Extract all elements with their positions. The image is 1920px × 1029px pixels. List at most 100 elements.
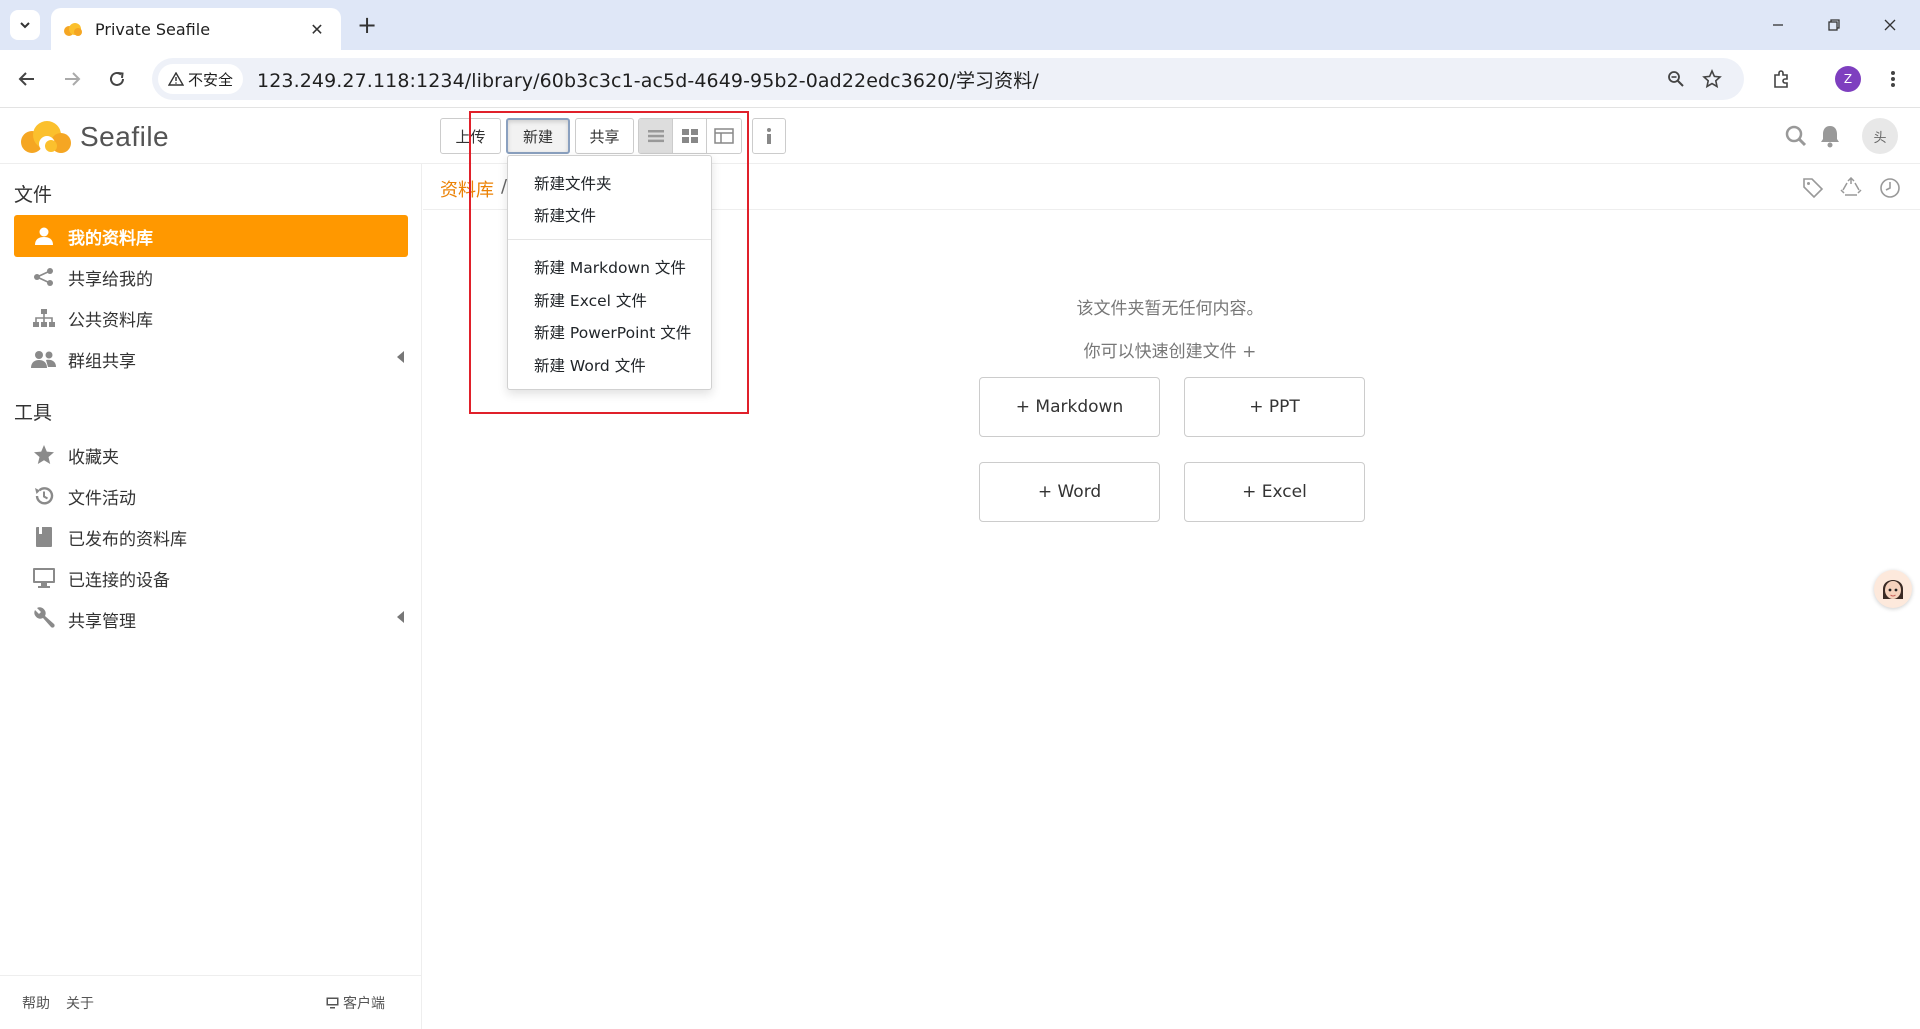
restore-button[interactable] — [1806, 0, 1862, 50]
sidebar-item-label: 收藏夹 — [68, 447, 119, 468]
recycle-icon[interactable] — [1837, 174, 1865, 202]
sidebar-item-label: 共享管理 — [68, 611, 136, 632]
logo-text: Seafile — [80, 121, 170, 152]
new-file-item[interactable]: 新建文件 — [534, 204, 596, 226]
quick-create-hint: 你可以快速创建文件 + — [1083, 342, 1257, 362]
sidebar-item-label: 群组共享 — [68, 351, 136, 372]
star-icon — [26, 441, 62, 469]
url-text: 123.249.27.118:1234/library/60b3c3c1-ac5… — [257, 69, 1039, 92]
new-button[interactable]: 新建 — [506, 118, 570, 154]
columns-icon — [714, 128, 734, 144]
seafile-logo[interactable]: Seafile — [18, 118, 169, 156]
close-window-button[interactable] — [1862, 0, 1918, 50]
new-markdown-item[interactable]: 新建 Markdown 文件 — [534, 256, 686, 278]
new-folder-item[interactable]: 新建文件夹 — [534, 172, 612, 194]
seafile-favicon-icon — [64, 23, 82, 36]
browser-tab-strip: Private Seafile ✕ + — [0, 0, 1920, 50]
about-link[interactable]: 关于 — [66, 993, 94, 1013]
warning-triangle-icon — [168, 72, 184, 86]
user-avatar[interactable]: 头 — [1862, 118, 1898, 154]
monitor-icon — [26, 564, 62, 592]
search-icon[interactable] — [1782, 122, 1810, 150]
browser-toolbar: 不安全 123.249.27.118:1234/library/60b3c3c1… — [0, 50, 1920, 108]
arrow-right-icon — [65, 72, 81, 86]
assistant-avatar-icon[interactable] — [1874, 570, 1912, 608]
more-menu-icon[interactable] — [1876, 62, 1910, 96]
info-button[interactable] — [752, 118, 786, 154]
restore-icon — [1828, 19, 1840, 31]
menu-divider — [508, 239, 711, 240]
new-tab-button[interactable]: + — [352, 10, 382, 40]
sidebar-item-my-libraries[interactable]: 我的资料库 — [14, 215, 408, 257]
clock-icon[interactable] — [1876, 174, 1904, 202]
minimize-button[interactable] — [1750, 0, 1806, 50]
address-bar[interactable]: 不安全 123.249.27.118:1234/library/60b3c3c1… — [152, 58, 1744, 100]
reload-icon — [110, 71, 124, 86]
list-icon — [647, 130, 664, 143]
column-view-button[interactable] — [707, 119, 741, 153]
new-word-item[interactable]: 新建 Word 文件 — [534, 354, 646, 376]
sidebar-item-starred[interactable]: 收藏夹 — [14, 434, 408, 476]
sidebar-item-linked-devices[interactable]: 已连接的设备 — [14, 557, 408, 599]
tools-heading: 工具 — [14, 402, 53, 424]
sidebar-item-public-libraries[interactable]: 公共资料库 — [14, 297, 408, 339]
tab-search-button[interactable] — [10, 10, 40, 40]
sidebar-item-label: 共享给我的 — [68, 269, 153, 290]
arrow-left-icon — [18, 72, 34, 86]
expand-caret-icon[interactable] — [397, 611, 404, 623]
history-icon — [26, 482, 62, 510]
seafile-cloud-icon — [21, 121, 71, 153]
new-dropdown-menu: 新建文件夹 新建文件 新建 Markdown 文件 新建 Excel 文件 新建… — [507, 155, 712, 390]
sidebar-item-label: 文件活动 — [68, 488, 136, 509]
files-heading: 文件 — [14, 184, 53, 206]
create-word-button[interactable]: + Word — [979, 462, 1160, 522]
profile-avatar[interactable]: Z — [1835, 66, 1861, 92]
wrench-icon — [26, 605, 62, 633]
group-icon — [26, 345, 62, 373]
grid-icon — [681, 129, 698, 143]
sidebar-item-published-libraries[interactable]: 已发布的资料库 — [14, 516, 408, 558]
chevron-down-icon — [20, 22, 30, 29]
sidebar-item-label: 已连接的设备 — [68, 570, 170, 591]
book-icon — [26, 523, 62, 551]
create-excel-button[interactable]: + Excel — [1184, 462, 1365, 522]
tab-title: Private Seafile — [95, 19, 211, 39]
sidebar: 文件 我的资料库 共享给我的 公共资料库 群组共享 工具 收藏夹 文件活动 已发… — [0, 164, 422, 1029]
forward-button[interactable] — [55, 62, 89, 96]
info-icon — [767, 128, 771, 144]
create-ppt-button[interactable]: + PPT — [1184, 377, 1365, 437]
bell-icon[interactable] — [1816, 122, 1844, 150]
create-markdown-button[interactable]: + Markdown — [979, 377, 1160, 437]
new-powerpoint-item[interactable]: 新建 PowerPoint 文件 — [534, 321, 691, 343]
empty-folder-message: 该文件夹暂无任何内容。 — [1076, 299, 1264, 319]
security-label: 不安全 — [188, 70, 234, 89]
reload-button[interactable] — [100, 62, 134, 96]
breadcrumb-root[interactable]: 资料库 — [440, 176, 494, 202]
sidebar-footer: 帮助 关于 客户端 — [0, 975, 422, 1029]
close-icon — [1884, 19, 1896, 31]
client-link[interactable]: 客户端 — [326, 993, 385, 1013]
user-icon — [26, 222, 62, 250]
expand-caret-icon[interactable] — [397, 351, 404, 363]
browser-tab[interactable]: Private Seafile ✕ — [51, 8, 341, 50]
sidebar-item-group-share[interactable]: 群组共享 — [14, 338, 408, 380]
minimize-icon — [1773, 24, 1783, 26]
back-button[interactable] — [10, 62, 44, 96]
tab-close-icon[interactable]: ✕ — [305, 20, 329, 39]
sidebar-item-activities[interactable]: 文件活动 — [14, 475, 408, 517]
zoom-icon[interactable] — [1658, 58, 1694, 100]
bookmark-star-icon[interactable] — [1694, 58, 1730, 100]
tag-icon[interactable] — [1799, 174, 1827, 202]
upload-button[interactable]: 上传 — [440, 118, 501, 154]
org-tree-icon — [26, 304, 62, 332]
help-link[interactable]: 帮助 — [22, 993, 50, 1013]
security-indicator[interactable]: 不安全 — [158, 64, 244, 94]
share-icon — [26, 263, 62, 291]
share-button[interactable]: 共享 — [575, 118, 634, 154]
sidebar-item-share-admin[interactable]: 共享管理 — [14, 598, 408, 640]
new-excel-item[interactable]: 新建 Excel 文件 — [534, 289, 647, 311]
sidebar-item-shared-with-me[interactable]: 共享给我的 — [14, 256, 408, 298]
list-view-button[interactable] — [639, 119, 673, 153]
extensions-icon[interactable] — [1764, 62, 1798, 96]
grid-view-button[interactable] — [673, 119, 707, 153]
